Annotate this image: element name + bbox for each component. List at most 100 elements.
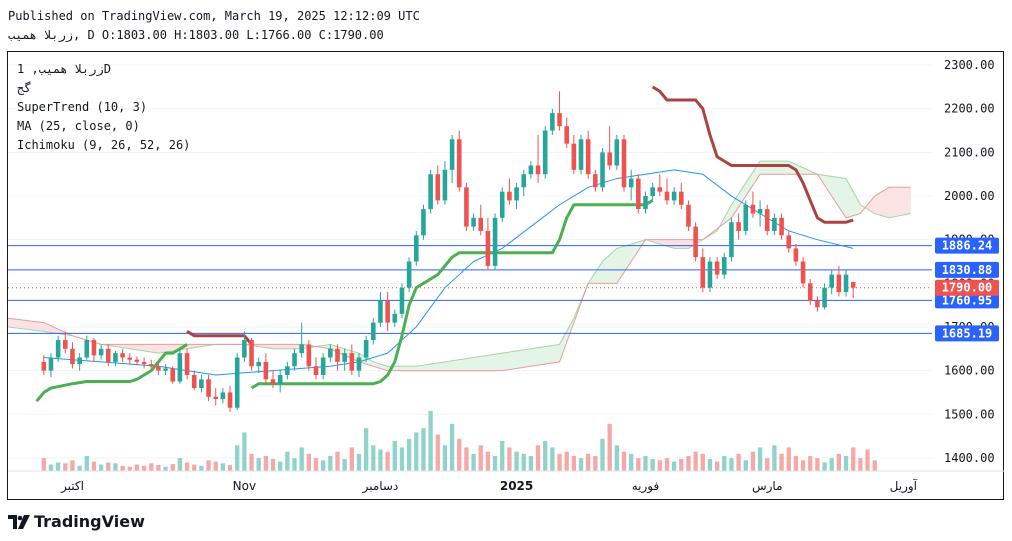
volume-bar — [163, 466, 168, 471]
candle-body — [700, 257, 706, 288]
x-tick-label: مارس — [752, 479, 783, 494]
ichimoku-cloud-segment — [290, 344, 295, 350]
volume-bar — [170, 464, 175, 471]
volume-bar — [235, 445, 240, 471]
ichimoku-cloud-segment — [444, 360, 449, 371]
volume-bar — [800, 460, 806, 471]
ichimoku-cloud-segment — [473, 356, 478, 371]
candle-body — [614, 139, 620, 166]
ichimoku-cloud-segment — [874, 193, 879, 215]
volume-bar — [514, 451, 519, 471]
y-tick-label: 1500.00 — [944, 407, 995, 421]
volume-bar — [779, 453, 784, 471]
candle-body — [607, 152, 612, 166]
volume-bar — [757, 447, 763, 471]
y-tick-label: 2300.00 — [944, 58, 995, 72]
candle-body — [428, 174, 433, 210]
brand-name: TradingView — [34, 512, 145, 531]
candle-body — [442, 169, 448, 201]
candle-body — [564, 126, 569, 144]
ichimoku-cloud-segment — [143, 344, 148, 352]
candle-body — [163, 368, 168, 371]
volume-bar — [500, 441, 505, 471]
ichimoku-cloud-segment — [842, 177, 847, 219]
ichimoku-cloud-segment — [491, 353, 496, 371]
candle-body — [435, 174, 441, 201]
volume-bar — [593, 456, 598, 471]
volume-bar — [285, 451, 290, 471]
ichimoku-cloud-segment — [441, 361, 446, 371]
ichimoku-cloud-segment — [498, 352, 503, 371]
volume-bar — [858, 458, 863, 471]
candle-body — [285, 366, 290, 375]
volume-bar — [48, 464, 54, 471]
ichimoku-cloud-segment — [437, 362, 442, 371]
volume-bar — [722, 456, 727, 471]
volume-bar — [192, 464, 197, 471]
ichimoku-cloud-segment — [548, 345, 553, 364]
ichimoku-cloud-segment — [681, 239, 686, 249]
volume-bar — [349, 447, 354, 471]
volume-bar — [621, 451, 627, 471]
legend-ma[interactable]: MA (25, close, 0) — [17, 119, 140, 133]
candle-body — [227, 392, 233, 408]
tradingview-branding[interactable]: TradingView — [8, 512, 145, 531]
volume-bar — [141, 465, 147, 471]
volume-bar — [149, 463, 154, 471]
volume-bar — [471, 453, 476, 471]
ichimoku-cloud-segment — [455, 359, 460, 371]
legend-ichimoku[interactable]: Ichimoku (9, 26, 52, 26) — [17, 138, 190, 152]
ichimoku-cloud-segment — [140, 344, 145, 352]
ichimoku-cloud-segment — [534, 347, 539, 367]
volume-bar — [363, 428, 369, 471]
ichimoku-cloud-segment — [287, 344, 292, 350]
candlestick-chart[interactable]: 1400.001500.001600.001700.001800.001900.… — [0, 0, 1012, 541]
ichimoku-cloud-segment — [899, 187, 904, 217]
candle-body — [249, 340, 254, 367]
ichimoku-cloud-segment — [523, 348, 528, 368]
volume-bar — [636, 458, 641, 471]
volume-bar — [292, 458, 297, 471]
ichimoku-cloud-segment — [412, 365, 417, 371]
y-tick-label: 1600.00 — [944, 364, 995, 378]
ichimoku-cloud-segment — [408, 365, 413, 371]
candle-body — [91, 340, 97, 356]
candle-body — [829, 274, 835, 288]
ichimoku-cloud-segment — [39, 321, 45, 332]
ichimoku-cloud-segment — [276, 344, 281, 350]
candle-body — [772, 217, 777, 231]
ichimoku-cloud-segment — [32, 320, 37, 331]
volume-bar — [865, 449, 870, 471]
volume-bar — [356, 453, 362, 471]
plot-area — [8, 64, 932, 471]
ichimoku-cloud-segment — [684, 239, 689, 249]
ichimoku-cloud-segment — [294, 344, 299, 350]
volume-bar — [270, 459, 276, 471]
candle-body — [184, 353, 190, 375]
volume-bar — [528, 456, 534, 471]
x-tick-label: 2025 — [500, 479, 533, 493]
candle-body — [48, 357, 54, 371]
volume-bar — [328, 456, 333, 471]
volume-bar — [693, 451, 698, 471]
supertrend-up-line — [250, 199, 654, 390]
candle-body — [399, 287, 405, 314]
ichimoku-cloud-segment — [405, 365, 410, 371]
legend-supertrend[interactable]: SuperTrend (10, 3) — [17, 100, 147, 114]
candle-body — [120, 353, 125, 358]
ichimoku-cloud-segment — [168, 344, 174, 352]
volume-bar — [321, 460, 326, 471]
volume-bar — [679, 459, 684, 471]
ichimoku-cloud-segment — [895, 187, 901, 217]
volume-bar — [342, 459, 347, 471]
candle-body — [127, 357, 133, 360]
volume-bar — [664, 458, 670, 471]
legend-exchange: گج — [17, 81, 32, 95]
ichimoku-cloud-segment — [605, 254, 610, 284]
volume-bar — [743, 460, 748, 471]
candle-body — [593, 174, 598, 188]
candle-body — [822, 287, 827, 308]
ichimoku-cloud-segment — [466, 357, 471, 371]
ichimoku-cloud-segment — [512, 350, 517, 370]
candle-body — [643, 196, 648, 210]
